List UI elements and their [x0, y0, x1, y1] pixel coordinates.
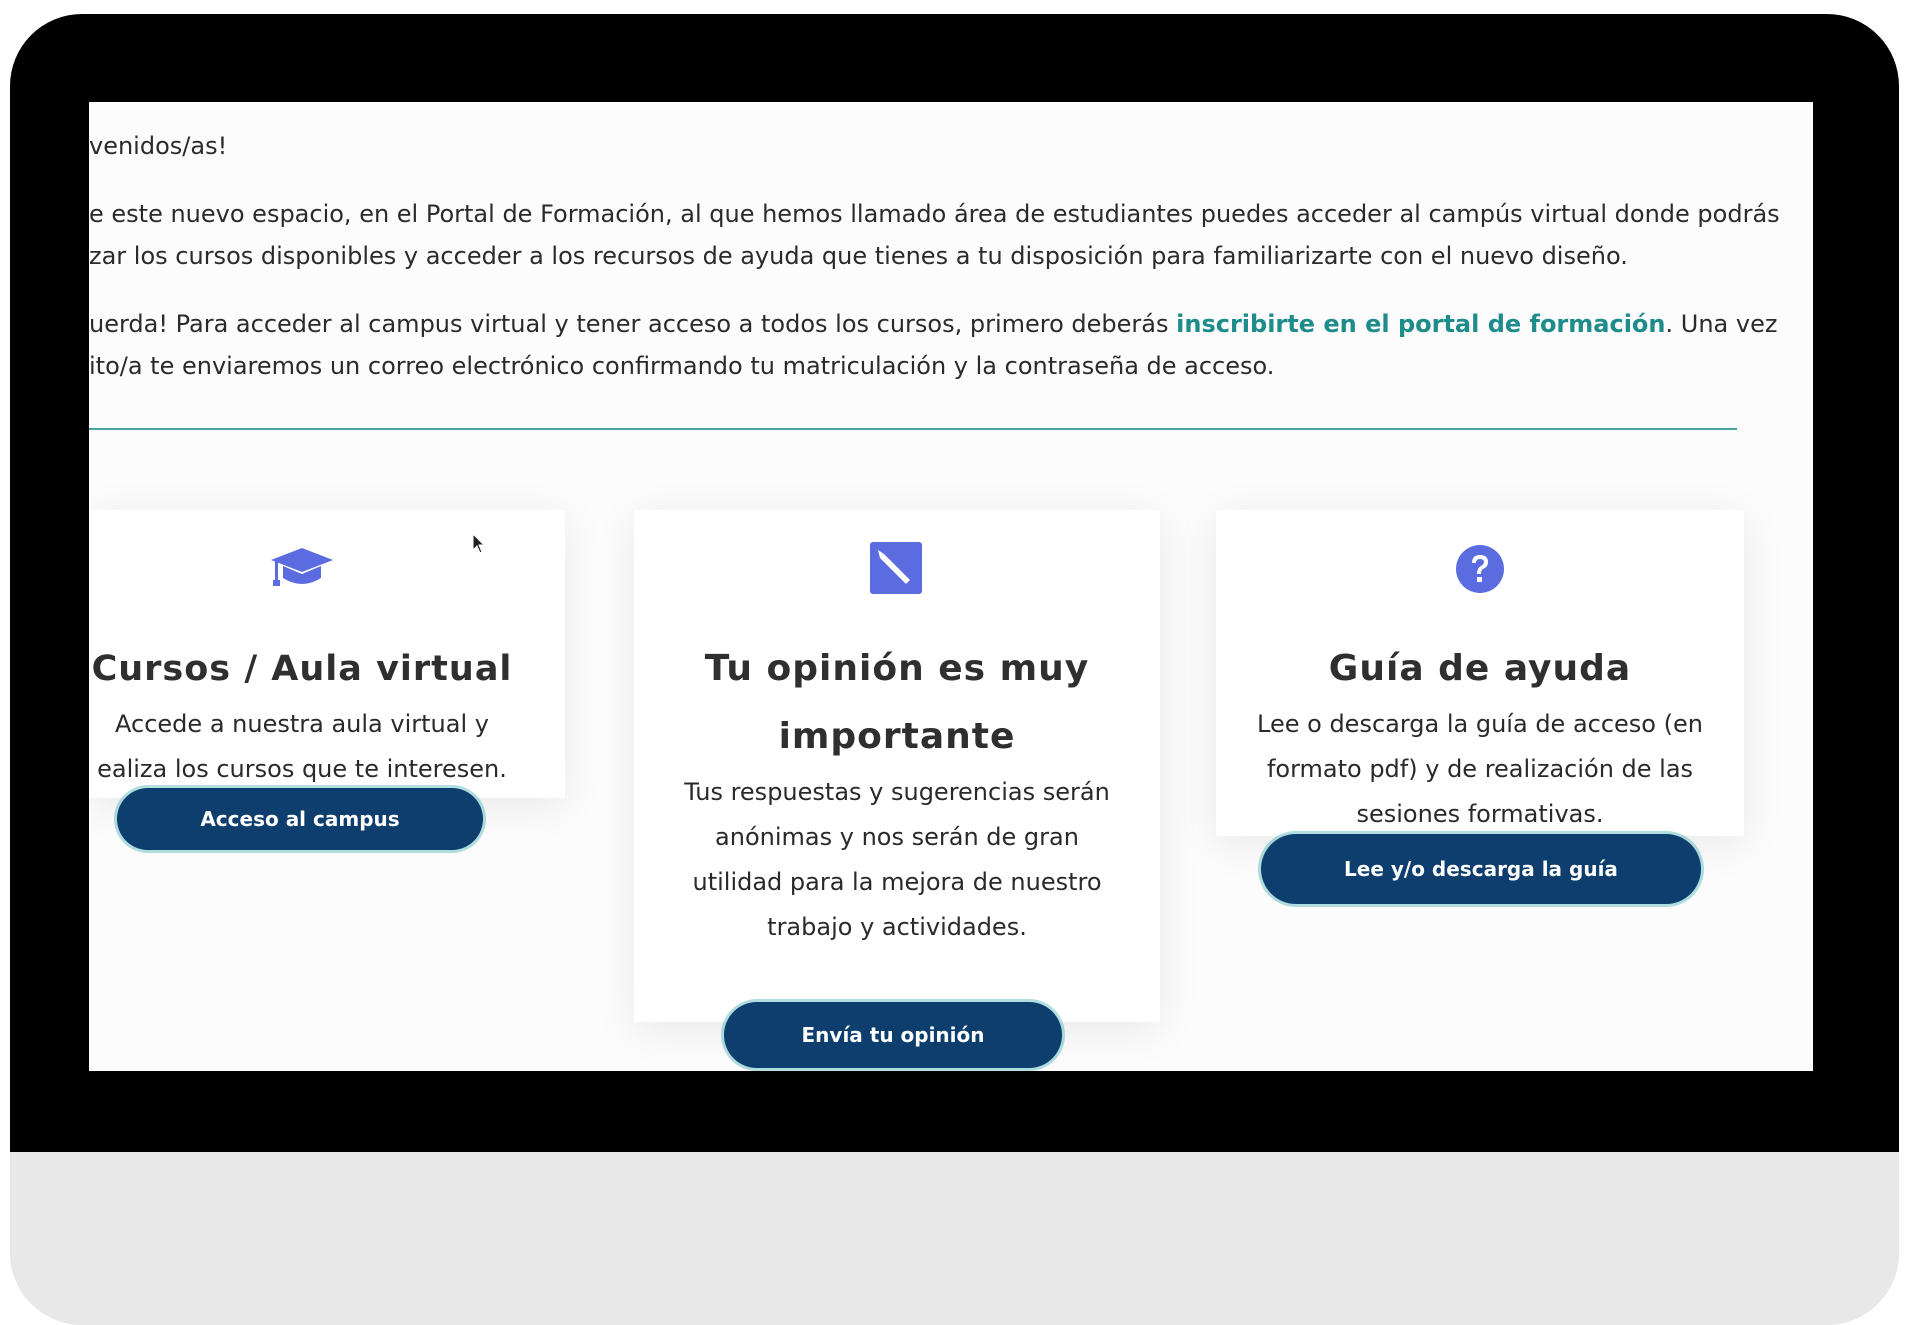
- reminder-text: uerda! Para acceder al campus virtual y …: [89, 310, 1177, 338]
- card-text-line: anónimas y nos serán de gran: [715, 823, 1079, 851]
- mouse-cursor-icon: [472, 532, 486, 560]
- card-text-line: utilidad para la mejora de nuestro: [692, 868, 1102, 896]
- card-title-line: importante: [778, 716, 1016, 757]
- card-opinion: Tu opinión es muy importante Tus respues…: [634, 510, 1160, 1022]
- card-title: Guía de ayuda: [1328, 648, 1632, 689]
- download-guide-button[interactable]: Lee y/o descarga la guía: [1261, 834, 1701, 904]
- card-text-line: Accede a nuestra aula virtual y: [115, 710, 489, 738]
- card-text-line: sesiones formativas.: [1356, 800, 1604, 828]
- card-text-line: Lee o descarga la guía de acceso (en: [1257, 710, 1703, 738]
- card-description: Tus respuestas y sugerencias serán anóni…: [634, 770, 1160, 950]
- card-title-line: Tu opinión es muy: [704, 648, 1090, 689]
- card-help-guide: Guía de ayuda Lee o descarga la guía de …: [1216, 510, 1744, 836]
- web-page: venidos/as! e este nuevo espacio, en el …: [89, 102, 1813, 1071]
- question-circle-icon: [1455, 544, 1505, 594]
- card-text-line: formato pdf) y de realización de las: [1266, 755, 1694, 783]
- welcome-text: venidos/as!: [89, 132, 228, 160]
- reminder-paragraph-line: uerda! Para acceder al campus virtual y …: [89, 310, 1777, 338]
- section-divider: [89, 428, 1737, 430]
- device-frame: venidos/as! e este nuevo espacio, en el …: [10, 14, 1899, 1325]
- send-opinion-button[interactable]: Envía tu opinión: [724, 1002, 1062, 1068]
- card-title: Tu opinión es muy importante: [634, 635, 1160, 771]
- campus-access-button[interactable]: Acceso al campus: [117, 788, 483, 850]
- card-courses: Cursos / Aula virtual Accede a nuestra a…: [89, 510, 565, 798]
- intro-paragraph-line: e este nuevo espacio, en el Portal de Fo…: [89, 200, 1780, 228]
- pencil-square-icon: [869, 541, 923, 595]
- card-text-line: ealiza los cursos que te interesen.: [97, 755, 507, 783]
- graduation-cap-icon: [267, 544, 337, 594]
- card-text-line: Tus respuestas y sugerencias serán: [684, 778, 1110, 806]
- card-description: Lee o descarga la guía de acceso (en for…: [1216, 702, 1744, 837]
- reminder-paragraph-line: ito/a te enviaremos un correo electrónic…: [89, 352, 1275, 380]
- intro-paragraph-line: zar los cursos disponibles y acceder a l…: [89, 242, 1628, 270]
- card-description: Accede a nuestra aula virtual y ealiza l…: [89, 702, 515, 792]
- card-text-line: trabajo y actividades.: [767, 913, 1027, 941]
- register-link[interactable]: inscribirte en el portal de formación: [1176, 310, 1665, 338]
- device-chin: [10, 1152, 1899, 1325]
- card-title: Cursos / Aula virtual: [91, 649, 513, 689]
- reminder-text-end: . Una vez: [1665, 310, 1778, 338]
